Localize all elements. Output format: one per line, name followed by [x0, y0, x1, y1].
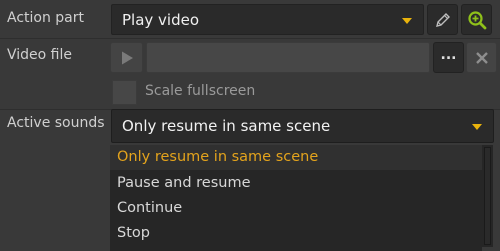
- menu-item-continue[interactable]: Continue: [110, 196, 482, 221]
- menu-item-pause-and-resume[interactable]: Pause and resume: [110, 171, 482, 196]
- action-part-label: Action part: [7, 10, 85, 26]
- zoom-button[interactable]: [461, 4, 492, 35]
- play-button[interactable]: [110, 42, 143, 73]
- action-part-value: Play video: [122, 10, 200, 29]
- edit-button[interactable]: [427, 4, 458, 35]
- action-editor-panel: Action part Play video Video file ... Sc…: [0, 0, 500, 251]
- active-sounds-label: Active sounds: [7, 115, 105, 131]
- divider: [0, 38, 500, 39]
- clear-button[interactable]: [466, 42, 497, 73]
- chevron-down-icon: [472, 124, 482, 130]
- zoom-in-icon: [467, 10, 486, 29]
- scrollbar-track[interactable]: [484, 147, 491, 245]
- pencil-icon: [435, 12, 450, 27]
- active-sounds-menu: Only resume in same scene Pause and resu…: [110, 145, 482, 251]
- scale-fullscreen-label: Scale fullscreen: [145, 83, 256, 99]
- play-icon: [121, 51, 133, 64]
- active-sounds-dropdown[interactable]: Only resume in same scene: [111, 109, 494, 143]
- browse-button[interactable]: ...: [433, 42, 464, 73]
- video-file-label: Video file: [7, 47, 72, 63]
- menu-scrollbar[interactable]: [482, 145, 493, 247]
- browse-label: ...: [440, 46, 457, 63]
- video-file-input[interactable]: [146, 42, 430, 73]
- chevron-down-icon: [402, 17, 412, 24]
- menu-item-stop[interactable]: Stop: [110, 221, 482, 246]
- scale-fullscreen-checkbox[interactable]: [112, 80, 137, 105]
- close-icon: [475, 51, 488, 64]
- menu-item-only-resume-in-same-scene[interactable]: Only resume in same scene: [110, 145, 482, 170]
- active-sounds-value: Only resume in same scene: [122, 117, 331, 135]
- action-part-dropdown[interactable]: Play video: [111, 4, 424, 35]
